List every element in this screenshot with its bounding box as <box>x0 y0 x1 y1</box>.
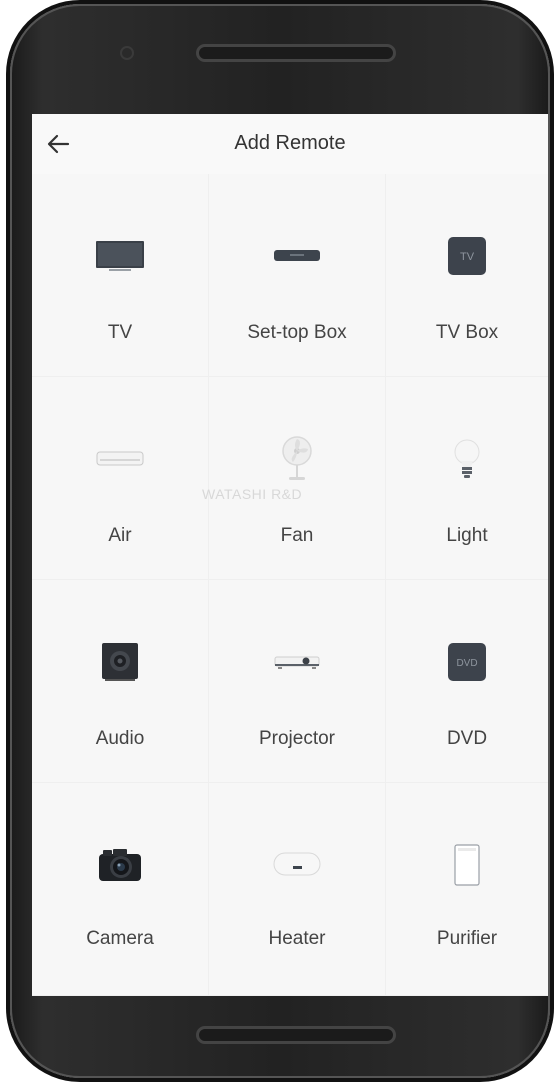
phone-frame: Add Remote TV Set-top Box TV TV Box Air … <box>10 4 550 1078</box>
device-tile-purifier[interactable]: Purifier <box>386 783 548 996</box>
camera-icon <box>90 843 150 887</box>
device-tile-heater[interactable]: Heater <box>209 783 386 996</box>
device-tile-air[interactable]: Air <box>32 377 209 580</box>
device-label: Set-top Box <box>247 322 347 343</box>
bottom-speaker <box>196 1026 396 1044</box>
app-screen: Add Remote TV Set-top Box TV TV Box Air … <box>32 114 548 996</box>
tv-box-icon: TV <box>437 234 497 278</box>
air-conditioner-icon <box>90 437 150 481</box>
device-label: TV Box <box>435 322 499 343</box>
device-label: Purifier <box>436 928 498 949</box>
device-label: Projector <box>258 728 336 749</box>
device-label: DVD <box>446 728 488 749</box>
device-tile-audio[interactable]: Audio <box>32 580 209 783</box>
device-tile-tv[interactable]: TV <box>32 174 209 377</box>
water-heater-icon <box>267 843 327 887</box>
device-tile-dvd[interactable]: DVD DVD <box>386 580 548 783</box>
light-bulb-icon <box>437 437 497 481</box>
speaker-icon <box>90 640 150 684</box>
projector-icon <box>267 640 327 684</box>
device-label: Heater <box>268 928 326 949</box>
app-bar: Add Remote <box>32 114 548 174</box>
device-tile-fan[interactable]: Fan <box>209 377 386 580</box>
device-label: Air <box>108 525 132 546</box>
air-purifier-icon <box>437 843 497 887</box>
device-label: TV <box>107 322 133 343</box>
set-top-box-icon <box>267 234 327 278</box>
tv-icon <box>90 234 150 278</box>
fan-icon <box>267 436 327 481</box>
dvd-icon-text: DVD <box>456 658 477 669</box>
device-tile-camera[interactable]: Camera <box>32 783 209 996</box>
device-label: Camera <box>86 928 154 949</box>
watermark-text: WATASHI R&D <box>202 486 303 502</box>
device-label: Audio <box>95 728 145 749</box>
tv-box-icon-text: TV <box>460 251 475 263</box>
page-title: Add Remote <box>234 132 346 154</box>
device-tile-projector[interactable]: Projector <box>209 580 386 783</box>
earpiece-speaker <box>196 44 396 62</box>
dvd-icon: DVD <box>437 640 497 684</box>
front-camera <box>120 46 134 60</box>
device-tile-light[interactable]: Light <box>386 377 548 580</box>
device-tile-set-top-box[interactable]: Set-top Box <box>209 174 386 377</box>
device-label: Fan <box>280 525 314 546</box>
device-label: Light <box>446 525 488 546</box>
device-tile-tv-box[interactable]: TV TV Box <box>386 174 548 377</box>
device-grid: TV Set-top Box TV TV Box Air Fan Light A… <box>32 174 548 996</box>
